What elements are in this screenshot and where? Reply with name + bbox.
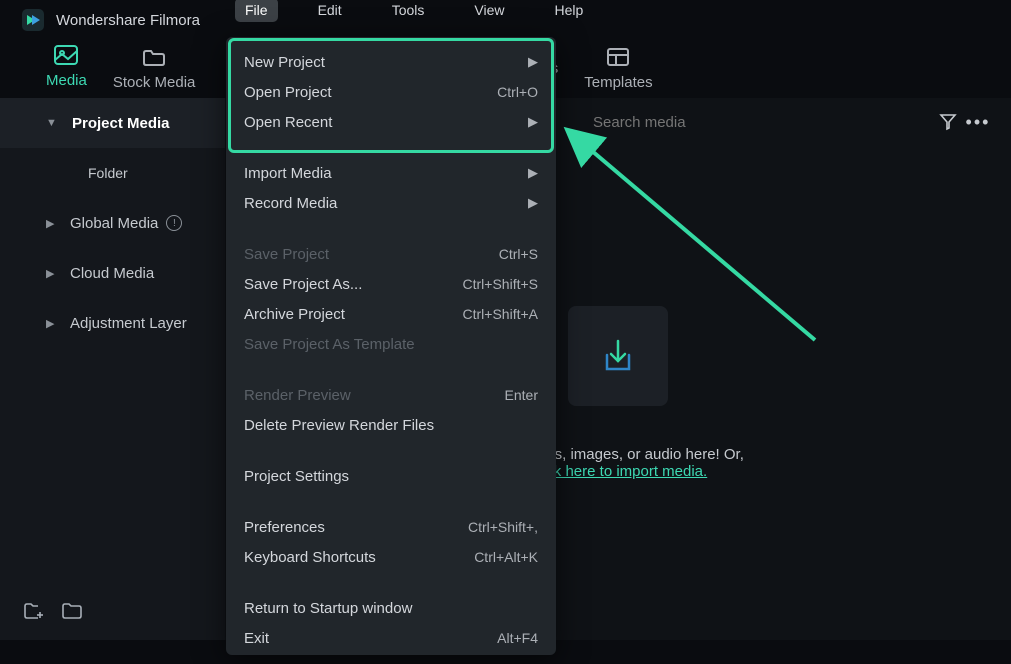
menu-item-label: Delete Preview Render Files bbox=[244, 417, 538, 434]
filter-icon[interactable] bbox=[933, 113, 963, 131]
menu-item-label: Import Media bbox=[244, 165, 528, 182]
sidebar-item-folder[interactable]: Folder bbox=[0, 148, 225, 198]
sidebar-item-label: Cloud Media bbox=[70, 265, 154, 282]
tab-templates[interactable]: Templates bbox=[578, 46, 658, 101]
menu-item-label: Preferences bbox=[244, 519, 468, 536]
menu-item-label: Save Project bbox=[244, 246, 499, 263]
media-icon bbox=[53, 44, 79, 66]
tab-stock-media[interactable]: Stock Media bbox=[107, 46, 202, 101]
sidebar-item-label: Project Media bbox=[72, 115, 170, 132]
chevron-right-icon: ▶ bbox=[528, 195, 538, 211]
menu-item-project-settings[interactable]: Project Settings bbox=[226, 461, 556, 491]
menu-item-delete-preview-render-files[interactable]: Delete Preview Render Files bbox=[226, 410, 556, 440]
menubar-tools[interactable]: Tools bbox=[382, 0, 435, 22]
sidebar-item-label: Adjustment Layer bbox=[70, 315, 187, 332]
app-logo bbox=[22, 9, 44, 31]
chevron-right-icon: ▶ bbox=[528, 54, 538, 70]
sidebar-item-global-media[interactable]: ▶ Global Media ! bbox=[0, 198, 225, 248]
sidebar-footer bbox=[0, 587, 225, 640]
sidebar-item-label: Global Media bbox=[70, 215, 158, 232]
menu-item-new-project[interactable]: New Project▶ bbox=[226, 47, 556, 77]
import-icon-box bbox=[568, 306, 668, 406]
menu-separator bbox=[226, 228, 556, 229]
sidebar-item-label: Folder bbox=[88, 165, 128, 181]
menubar-file[interactable]: File bbox=[235, 0, 278, 22]
folder-icon[interactable] bbox=[62, 603, 82, 624]
chevron-right-icon: ▶ bbox=[46, 317, 58, 330]
info-icon: ! bbox=[166, 215, 182, 231]
menu-item-shortcut: Ctrl+Alt+K bbox=[474, 549, 538, 565]
menubar-view[interactable]: View bbox=[464, 0, 514, 22]
tab-templates-label: Templates bbox=[584, 74, 652, 91]
menu-item-label: Exit bbox=[244, 630, 497, 647]
more-icon[interactable]: ••• bbox=[963, 112, 993, 133]
menu-item-label: Save Project As Template bbox=[244, 336, 538, 353]
menu-item-label: Save Project As... bbox=[244, 276, 463, 293]
menu-item-save-project-as-template: Save Project As Template bbox=[226, 329, 556, 359]
menu-item-exit[interactable]: ExitAlt+F4 bbox=[226, 623, 556, 653]
chevron-right-icon: ▶ bbox=[528, 165, 538, 181]
menu-item-render-preview: Render PreviewEnter bbox=[226, 380, 556, 410]
sidebar-item-adjustment-layer[interactable]: ▶ Adjustment Layer bbox=[0, 298, 225, 348]
menu-item-preferences[interactable]: PreferencesCtrl+Shift+, bbox=[226, 512, 556, 542]
menu-item-shortcut: Ctrl+Shift+, bbox=[468, 519, 538, 535]
menu-item-shortcut: Enter bbox=[505, 387, 538, 403]
menu-separator bbox=[226, 147, 556, 148]
chevron-right-icon: ▶ bbox=[46, 217, 58, 230]
menu-separator bbox=[226, 501, 556, 502]
menu-item-shortcut: Alt+F4 bbox=[497, 630, 538, 646]
chevron-down-icon: ▼ bbox=[46, 117, 58, 129]
templates-icon bbox=[605, 46, 631, 68]
menu-item-import-media[interactable]: Import Media▶ bbox=[226, 158, 556, 188]
menu-item-label: Return to Startup window bbox=[244, 600, 538, 617]
menu-item-label: Open Recent bbox=[244, 114, 528, 131]
menubar-edit[interactable]: Edit bbox=[308, 0, 352, 22]
menu-separator bbox=[226, 369, 556, 370]
tab-media[interactable]: Media bbox=[40, 44, 93, 102]
menu-item-label: Open Project bbox=[244, 84, 497, 101]
stock-media-icon bbox=[141, 46, 167, 68]
menu-item-label: Keyboard Shortcuts bbox=[244, 549, 474, 566]
menu-item-save-project-as[interactable]: Save Project As...Ctrl+Shift+S bbox=[226, 269, 556, 299]
tab-stock-media-label: Stock Media bbox=[113, 74, 196, 91]
menu-item-return-to-startup-window[interactable]: Return to Startup window bbox=[226, 593, 556, 623]
new-folder-icon[interactable] bbox=[24, 603, 44, 624]
sidebar-item-project-media[interactable]: ▼ Project Media bbox=[0, 98, 225, 148]
menu-item-save-project: Save ProjectCtrl+S bbox=[226, 239, 556, 269]
menu-item-shortcut: Ctrl+Shift+S bbox=[463, 276, 538, 292]
menu-item-shortcut: Ctrl+Shift+A bbox=[463, 306, 538, 322]
menu-item-label: Record Media bbox=[244, 195, 528, 212]
menu-item-open-recent[interactable]: Open Recent▶ bbox=[226, 107, 556, 137]
menubar-help[interactable]: Help bbox=[544, 0, 593, 22]
menu-item-shortcut: Ctrl+O bbox=[497, 84, 538, 100]
menu-separator bbox=[226, 450, 556, 451]
menu-item-open-project[interactable]: Open ProjectCtrl+O bbox=[226, 77, 556, 107]
tab-media-label: Media bbox=[46, 72, 87, 89]
menu-item-record-media[interactable]: Record Media▶ bbox=[226, 188, 556, 218]
menu-separator bbox=[226, 582, 556, 583]
app-title: Wondershare Filmora bbox=[56, 12, 200, 29]
menu-item-label: New Project bbox=[244, 54, 528, 71]
menu-item-label: Project Settings bbox=[244, 468, 538, 485]
menu-item-keyboard-shortcuts[interactable]: Keyboard ShortcutsCtrl+Alt+K bbox=[226, 542, 556, 572]
menu-item-archive-project[interactable]: Archive ProjectCtrl+Shift+A bbox=[226, 299, 556, 329]
menu-item-label: Render Preview bbox=[244, 387, 505, 404]
chevron-right-icon: ▶ bbox=[528, 114, 538, 130]
chevron-right-icon: ▶ bbox=[46, 267, 58, 280]
file-menu: New Project▶Open ProjectCtrl+OOpen Recen… bbox=[226, 37, 556, 655]
sidebar: ▼ Project Media Folder ▶ Global Media ! … bbox=[0, 98, 225, 640]
sidebar-item-cloud-media[interactable]: ▶ Cloud Media bbox=[0, 248, 225, 298]
menu-item-shortcut: Ctrl+S bbox=[499, 246, 538, 262]
menu-item-label: Archive Project bbox=[244, 306, 463, 323]
